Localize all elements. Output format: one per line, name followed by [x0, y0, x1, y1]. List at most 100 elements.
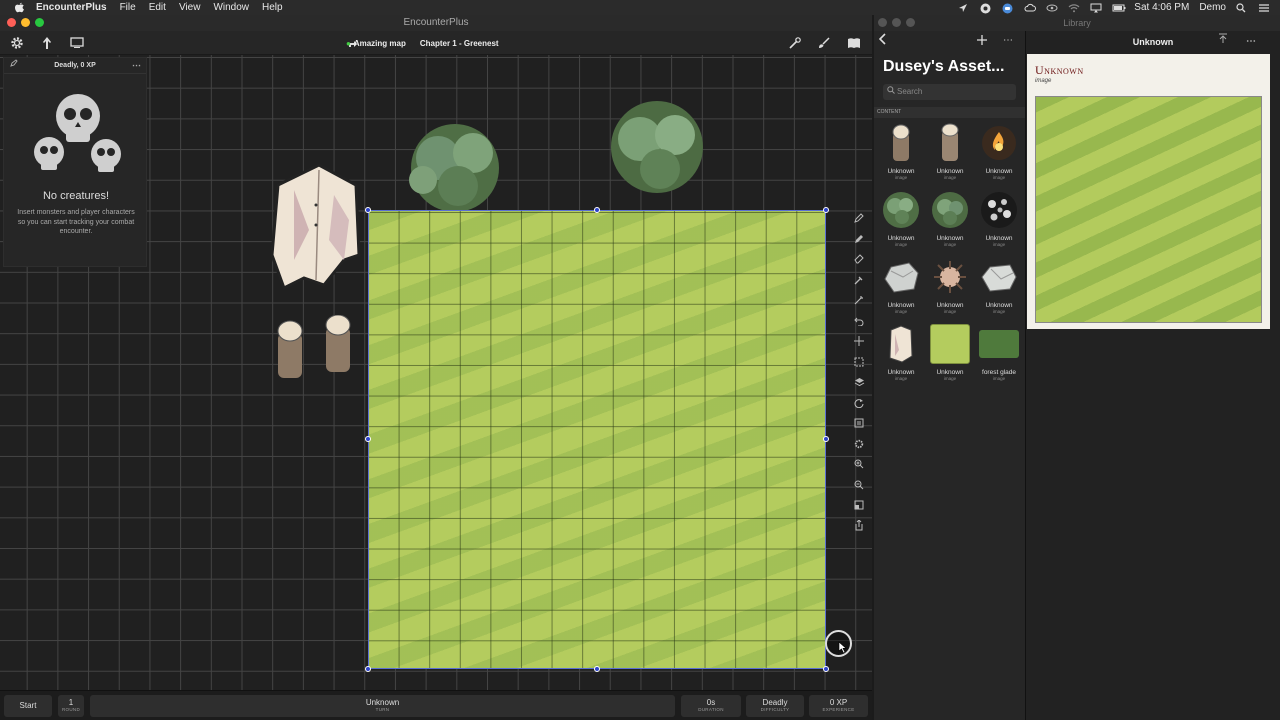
- menu-file[interactable]: File: [120, 2, 136, 13]
- asset-name: Unknown: [936, 168, 964, 175]
- chapter-name[interactable]: Chapter 1 - Greenest: [420, 39, 499, 48]
- battery-icon[interactable]: [1112, 3, 1126, 13]
- fit-map-icon[interactable]: [850, 497, 868, 513]
- menu-help[interactable]: Help: [262, 2, 283, 13]
- resize-handle-bottom-right[interactable]: [823, 666, 829, 672]
- map-tools-strip: [850, 210, 868, 534]
- asset-item[interactable]: Unknown image: [975, 190, 1023, 247]
- record-icon[interactable]: [980, 3, 992, 13]
- magic-brush-icon[interactable]: [850, 292, 868, 308]
- dropper-icon[interactable]: [850, 272, 868, 288]
- library-minimize-button[interactable]: [892, 18, 901, 27]
- asset-item[interactable]: Unknown image: [877, 257, 925, 314]
- asset-type: image: [943, 175, 957, 180]
- library-more-icon[interactable]: ⋯: [1003, 35, 1013, 46]
- asset-item[interactable]: Unknown image: [926, 123, 974, 180]
- asset-preview-image[interactable]: [1035, 96, 1262, 323]
- difficulty-display[interactable]: Deadly DIFFICULTY: [746, 695, 804, 717]
- asset-item[interactable]: forest glade image: [975, 324, 1023, 381]
- grass-map-tile[interactable]: [368, 210, 826, 669]
- control-center-icon[interactable]: [1258, 3, 1270, 13]
- share-export-icon[interactable]: [850, 518, 868, 534]
- magic-wand-icon[interactable]: [784, 33, 806, 53]
- resize-handle-bottom[interactable]: [594, 666, 600, 672]
- pillar-thumbnail: [930, 123, 970, 163]
- chat-icon[interactable]: [1002, 3, 1014, 13]
- asset-item[interactable]: Unknown image: [877, 123, 925, 180]
- insert-to-map-icon[interactable]: [1218, 31, 1228, 53]
- resize-handle-left[interactable]: [365, 436, 371, 442]
- cloud-icon[interactable]: [1024, 3, 1037, 13]
- move-arrows-icon[interactable]: [850, 333, 868, 349]
- asset-subtitle: image: [1035, 78, 1052, 84]
- menu-app-name[interactable]: EncounterPlus: [36, 2, 107, 13]
- layers-icon[interactable]: [850, 374, 868, 390]
- start-encounter-button[interactable]: Start: [4, 695, 52, 717]
- duration-display[interactable]: 0s DURATION: [681, 695, 741, 717]
- battle-map-canvas[interactable]: Deadly, 0 XP ⋯ No creatures! Insert mons…: [0, 55, 872, 705]
- experience-value: 0 XP: [829, 698, 848, 707]
- resize-handle-top[interactable]: [594, 207, 600, 213]
- asset-type: image: [943, 309, 957, 314]
- resize-handle-right[interactable]: [823, 436, 829, 442]
- library-search-input[interactable]: Search: [883, 84, 1016, 100]
- resize-handle-top-left[interactable]: [365, 207, 371, 213]
- detail-more-icon[interactable]: ⋯: [1246, 31, 1256, 53]
- menu-edit[interactable]: Edit: [149, 2, 166, 13]
- asset-type: image: [894, 309, 908, 314]
- zoom-window-button[interactable]: [35, 18, 44, 27]
- resize-handle-top-right[interactable]: [823, 207, 829, 213]
- stone-pillars-token[interactable]: [272, 315, 362, 385]
- asset-item[interactable]: Unknown image: [975, 257, 1023, 314]
- library-close-button[interactable]: [878, 18, 887, 27]
- display-screen-icon[interactable]: [66, 33, 88, 53]
- bush-token[interactable]: [398, 118, 513, 218]
- location-icon[interactable]: [958, 3, 970, 13]
- asset-item[interactable]: Unknown image: [975, 123, 1023, 180]
- wifi-icon[interactable]: [1068, 3, 1080, 13]
- pen-icon[interactable]: [850, 231, 868, 247]
- resize-handle-bottom-left[interactable]: [365, 666, 371, 672]
- asset-detail-pane: Unknown ⋯ Unknown image: [1026, 31, 1280, 720]
- asset-item[interactable]: Unknown image: [926, 324, 974, 381]
- add-plus-icon[interactable]: [977, 33, 987, 48]
- brush-icon[interactable]: [813, 33, 835, 53]
- spotlight-search-icon[interactable]: [1236, 2, 1248, 13]
- menu-window[interactable]: Window: [213, 2, 249, 13]
- map-settings-gear-icon[interactable]: [850, 436, 868, 452]
- close-window-button[interactable]: [7, 18, 16, 27]
- rotate-icon[interactable]: [850, 395, 868, 411]
- round-counter[interactable]: 1 ROUND: [58, 695, 84, 717]
- broken-wall-token[interactable]: [264, 160, 364, 290]
- more-options-icon[interactable]: ⋯: [132, 57, 141, 73]
- back-chevron-icon[interactable]: [878, 33, 887, 48]
- experience-display[interactable]: 0 XP EXPERIENCE: [809, 695, 868, 717]
- eye-icon[interactable]: [1046, 3, 1058, 13]
- eraser-icon[interactable]: [850, 251, 868, 267]
- menu-view[interactable]: View: [179, 2, 201, 13]
- settings-gear-icon[interactable]: [6, 33, 28, 53]
- pencil-icon[interactable]: [850, 210, 868, 226]
- pointer-hand-icon[interactable]: [36, 33, 58, 53]
- turn-display[interactable]: Unknown TURN: [90, 695, 675, 717]
- clock[interactable]: Sat 4:06 PM: [1134, 2, 1189, 13]
- undo-icon[interactable]: [850, 313, 868, 329]
- book-library-icon[interactable]: [843, 33, 865, 53]
- airplay-icon[interactable]: [1090, 3, 1102, 13]
- apple-icon[interactable]: [12, 0, 26, 15]
- edit-pencil-icon[interactable]: [10, 58, 18, 74]
- zoom-out-icon[interactable]: [850, 477, 868, 493]
- map-status[interactable]: ● Amazing map: [346, 39, 406, 48]
- asset-item[interactable]: Unknown image: [926, 190, 974, 247]
- bush-token[interactable]: [605, 97, 710, 199]
- asset-item[interactable]: Unknown image: [877, 190, 925, 247]
- asset-item[interactable]: Unknown image: [926, 257, 974, 314]
- user-name[interactable]: Demo: [1199, 2, 1226, 13]
- zoom-in-icon[interactable]: [850, 456, 868, 472]
- asset-item[interactable]: Unknown image: [877, 324, 925, 381]
- asset-name: Unknown: [887, 302, 915, 309]
- selection-rectangle-icon[interactable]: [850, 354, 868, 370]
- minimize-window-button[interactable]: [21, 18, 30, 27]
- library-zoom-button[interactable]: [906, 18, 915, 27]
- notes-icon[interactable]: [850, 415, 868, 431]
